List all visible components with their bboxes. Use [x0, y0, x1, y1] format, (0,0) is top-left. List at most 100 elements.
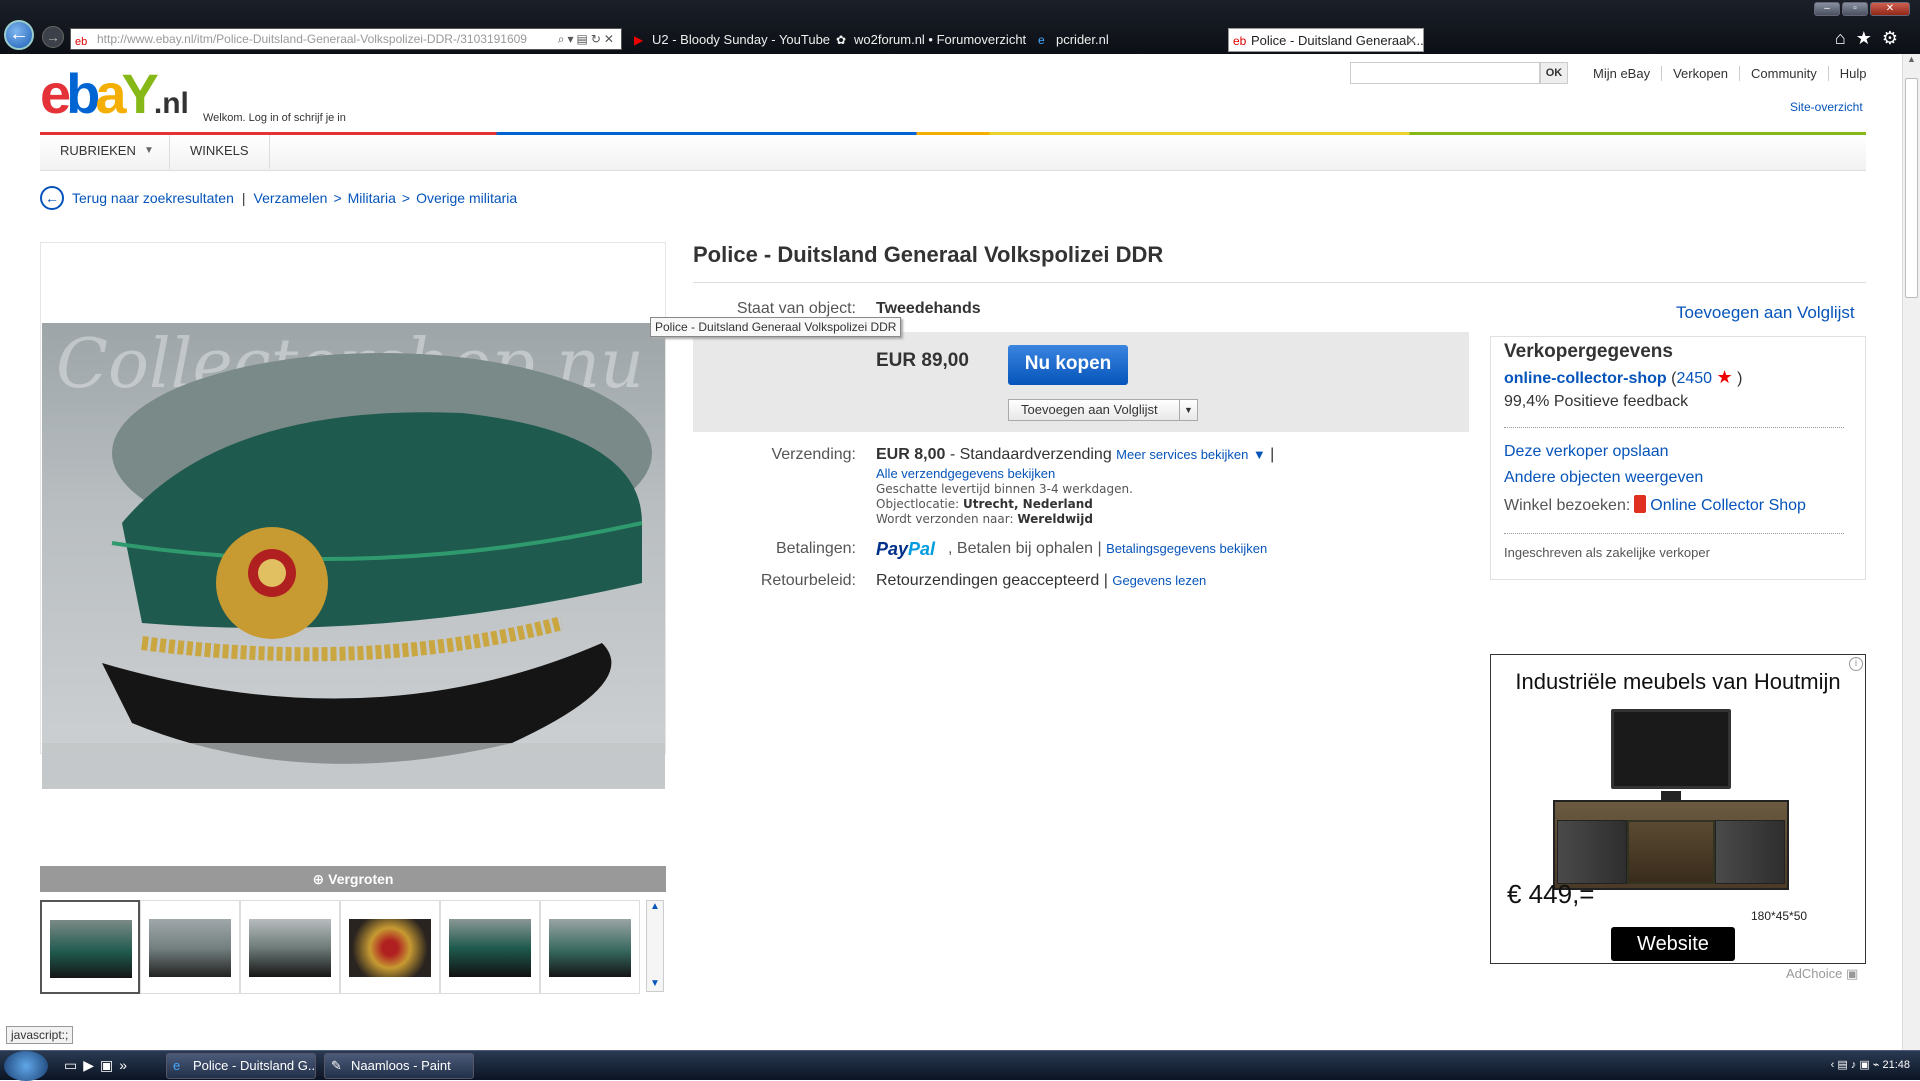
- divider: [1504, 533, 1844, 534]
- task-paint[interactable]: ✎ Naamloos - Paint: [324, 1053, 474, 1079]
- tv-image: [1611, 709, 1731, 789]
- payment-details-link[interactable]: Betalingsgegevens bekijken: [1106, 541, 1267, 556]
- crumb-militaria[interactable]: Militaria: [348, 190, 396, 206]
- visit-shop-line: Winkel bezoeken: Online Collector Shop: [1504, 495, 1806, 514]
- paint-icon: ✎: [331, 1058, 342, 1073]
- ad-dimensions: 180*45*50: [1751, 909, 1808, 923]
- thumbnail-6[interactable]: [540, 900, 640, 994]
- buy-now-button[interactable]: Nu kopen: [1008, 345, 1128, 385]
- quick-launch: ▭▶▣»: [64, 1057, 133, 1074]
- ad-price: € 449,=: [1507, 879, 1595, 909]
- ad-website-button[interactable]: Website: [1611, 927, 1735, 961]
- favorites-star-icon[interactable]: ★: [1856, 28, 1882, 48]
- ships-to: Wordt verzonden naar: Wereldwijd: [876, 512, 1093, 526]
- sell-link[interactable]: Verkopen: [1661, 66, 1739, 81]
- divider: [1504, 427, 1844, 428]
- item-price: EUR 89,00: [876, 350, 969, 371]
- gear-icon[interactable]: ⚙: [1882, 28, 1908, 48]
- tab-label: Police - Duitsland Generaal ...: [1251, 33, 1424, 48]
- my-ebay-link[interactable]: Mijn eBay: [1582, 66, 1661, 81]
- home-icon[interactable]: ⌂: [1835, 28, 1856, 48]
- shops-menu[interactable]: WINKELS: [170, 135, 270, 169]
- item-location: Objectlocatie: Utrecht, Nederland: [876, 497, 1093, 511]
- other-items-link[interactable]: Andere objecten weergeven: [1504, 469, 1703, 487]
- back-to-results-link[interactable]: Terug naar zoekresultaten: [72, 190, 234, 206]
- minimize-button[interactable]: –: [1814, 2, 1840, 16]
- tray-icons[interactable]: ‹ ▤ ♪ ▣ ⌁: [1831, 1059, 1883, 1071]
- close-window-button[interactable]: ✕: [1870, 2, 1910, 16]
- payment-options: , Betalen bij ophalen | Betalingsgegeven…: [948, 540, 1268, 557]
- item-title: Police - Duitsland Generaal Volkspolizei…: [693, 242, 1866, 283]
- save-seller-link[interactable]: Deze verkoper opslaan: [1504, 443, 1669, 461]
- address-bar[interactable]: eb http://www.ebay.nl/itm/Police-Duitsla…: [70, 28, 622, 50]
- back-button[interactable]: ←: [4, 20, 34, 50]
- tab-label: wo2forum.nl • Forumoverzicht: [854, 32, 1027, 47]
- shop-link[interactable]: Online Collector Shop: [1650, 497, 1806, 514]
- scroll-up-icon: ▲: [1907, 54, 1916, 64]
- main-item-image[interactable]: Collectorshop.nu: [42, 323, 665, 789]
- shipping-method: - Standaardverzending: [949, 446, 1112, 463]
- adchoice-link[interactable]: AdChoice ▣: [1786, 966, 1858, 982]
- thumbnail-2[interactable]: [140, 900, 240, 994]
- address-tools-icons[interactable]: ⌕▾▤↻✕: [558, 29, 617, 49]
- signin-link[interactable]: Log in of schrijf je in: [249, 112, 346, 124]
- close-tab-icon[interactable]: ✕: [1406, 29, 1417, 51]
- crumb-verzamelen[interactable]: Verzamelen: [254, 190, 328, 206]
- window-controls: – ▫ ✕: [1814, 2, 1910, 16]
- scroll-down-icon: ▼: [650, 978, 660, 989]
- thumbnail-1[interactable]: [40, 900, 140, 994]
- maximize-button[interactable]: ▫: [1842, 2, 1868, 16]
- media-icon[interactable]: ▶: [83, 1057, 100, 1073]
- search-ok-button[interactable]: OK: [1540, 62, 1568, 84]
- scroll-thumb[interactable]: [1905, 78, 1918, 298]
- seller-name-link[interactable]: online-collector-shop: [1504, 370, 1667, 387]
- search-input[interactable]: [1350, 62, 1540, 84]
- paypal-logo: PayPal: [876, 539, 936, 559]
- crumb-overige-militaria[interactable]: Overige militaria: [416, 190, 517, 206]
- chevron-down-icon[interactable]: ▼: [144, 145, 154, 156]
- enlarge-button[interactable]: ⊕ Vergroten: [40, 866, 666, 892]
- ie-icon: e: [1038, 33, 1045, 47]
- chevron-down-icon[interactable]: ▼: [1253, 447, 1266, 462]
- returns-policy: Retourzendingen geaccepteerd | Gegevens …: [876, 572, 1207, 589]
- help-link[interactable]: Hulp: [1827, 66, 1878, 81]
- back-arrow-icon[interactable]: ←: [40, 186, 64, 210]
- page-scrollbar[interactable]: ▲: [1902, 54, 1920, 1050]
- scroll-up-icon: ▲: [650, 901, 660, 912]
- folder-icon[interactable]: ▣: [100, 1057, 119, 1073]
- site-map-link[interactable]: Site-overzicht: [1790, 100, 1863, 114]
- thumbnail-scrollbar[interactable]: ▲ ▼: [646, 900, 664, 992]
- community-link[interactable]: Community: [1739, 66, 1828, 81]
- more-services-link[interactable]: Meer services bekijken: [1116, 447, 1248, 462]
- add-to-watchlist-link[interactable]: Toevoegen aan Volglijst: [1676, 303, 1855, 323]
- forward-button[interactable]: →: [42, 26, 64, 48]
- all-shipping-details-link[interactable]: Alle verzendgegevens bekijken: [876, 466, 1055, 481]
- thumbnail-5[interactable]: [440, 900, 540, 994]
- desktop-icon[interactable]: ▭: [64, 1057, 83, 1073]
- advertisement[interactable]: i Industriële meubels van Houtmijn € 449…: [1490, 654, 1866, 964]
- start-button[interactable]: [4, 1051, 48, 1081]
- tab-youtube[interactable]: ▶ U2 - Bloody Sunday - YouTube: [630, 28, 830, 52]
- condition-value: Tweedehands: [876, 300, 981, 317]
- adchoice-icon: ▣: [1846, 966, 1859, 981]
- ebay-logo[interactable]: ebaY.nl: [40, 64, 189, 134]
- add-to-watchlist-button[interactable]: Toevoegen aan Volglijst ▼: [1008, 399, 1198, 421]
- more-icon[interactable]: »: [119, 1057, 133, 1073]
- tab-pcrider[interactable]: e pcrider.nl: [1034, 28, 1224, 52]
- thumbnail-3[interactable]: [240, 900, 340, 994]
- browser-chrome: – ▫ ✕ ← → eb http://www.ebay.nl/itm/Poli…: [0, 0, 1920, 54]
- welcome-text: Welkom. Log in of schrijf je in: [203, 112, 346, 124]
- thumbnail-strip: [40, 900, 666, 996]
- furniture-image: [1553, 800, 1789, 890]
- tab-ebay-active[interactable]: eb Police - Duitsland Generaal ... ✕: [1228, 28, 1424, 52]
- image-panel: Collectorshop.nu: [40, 242, 666, 789]
- returns-details-link[interactable]: Gegevens lezen: [1112, 573, 1206, 588]
- category-bar: RUBRIEKEN ▼ WINKELS: [40, 135, 1866, 171]
- tab-wo2forum[interactable]: ✿ wo2forum.nl • Forumoverzicht: [832, 28, 1032, 52]
- task-ie[interactable]: e Police - Duitsland G...: [166, 1053, 316, 1079]
- chevron-down-icon[interactable]: ▼: [1179, 400, 1197, 420]
- store-icon: [1634, 495, 1647, 513]
- seller-info-box: Verkopergegevens online-collector-shop (…: [1490, 336, 1866, 580]
- thumbnail-4[interactable]: [340, 900, 440, 994]
- feedback-score-link[interactable]: 2450: [1676, 370, 1712, 387]
